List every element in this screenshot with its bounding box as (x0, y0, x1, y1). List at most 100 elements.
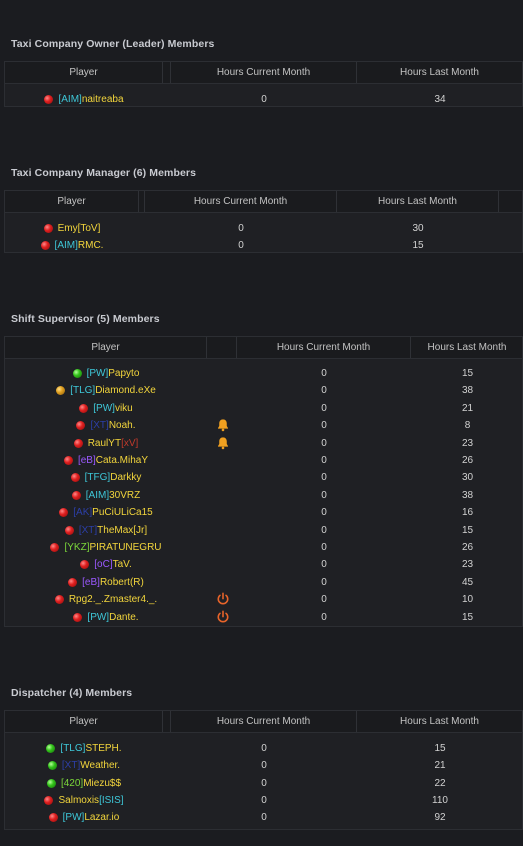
table-row[interactable]: [PW] Lazar.io 0 92 (5, 809, 522, 826)
player-name[interactable]: PuCiULiCa15 (92, 504, 153, 521)
column-header-player[interactable]: Player (5, 62, 163, 83)
player-cell[interactable]: [AK] PuCiULiCa15 (5, 504, 207, 521)
player-name[interactable]: PIRATUNEGRU (89, 539, 161, 556)
player-cell[interactable]: [420] Miezu$$ (5, 775, 163, 792)
player-cell[interactable]: [TLG] Diamond.eXe (5, 382, 207, 399)
player-cell[interactable]: [PW] Dante. (5, 609, 207, 626)
table-row[interactable]: Rpg2._.Zmaster4._. 0 10 (5, 591, 522, 608)
table-row[interactable]: Emy[ToV] 0 30 (5, 220, 522, 237)
table-row[interactable]: [TFG] Darkky 0 30 (5, 469, 522, 486)
player-cell[interactable]: [XT] Noah. (5, 417, 207, 434)
table-row[interactable]: [PW] Dante. 0 15 (5, 609, 522, 626)
player-cell[interactable]: [PW] viku (5, 400, 207, 417)
player-name[interactable]: Rpg2._.Zmaster4._. (69, 591, 157, 608)
player-cell[interactable]: [TFG] Darkky (5, 469, 207, 486)
player-name[interactable]: TheMax[Jr] (97, 522, 147, 539)
player-cell[interactable]: [eB] Robert(R) (5, 574, 207, 591)
player-cell[interactable]: [AIM] naitreaba (5, 91, 163, 108)
player-cell[interactable]: RaulYT [xV] (5, 435, 207, 452)
table-row[interactable]: [XT] Noah. 0 8 (5, 417, 522, 434)
bell-icon (216, 418, 230, 432)
hours-current-cell: 0 (321, 611, 327, 623)
hours-last-cell: 38 (461, 385, 474, 397)
hours-current-cell: 0 (321, 507, 327, 519)
section-title: Dispatcher (4) Members (11, 687, 133, 699)
table-row[interactable]: Salmoxis [ISIS] 0 110 (5, 792, 522, 809)
player-name[interactable]: RaulYT (88, 435, 121, 452)
column-header-hours-last[interactable]: Hours Last Month (337, 191, 499, 212)
table-row[interactable]: [AK] PuCiULiCa15 0 16 (5, 504, 522, 521)
player-name[interactable]: Diamond.eXe (95, 382, 156, 399)
player-cell[interactable]: [PW] Lazar.io (5, 809, 163, 826)
column-header-player[interactable]: Player (5, 711, 163, 732)
clan-tag: [AIM] (54, 240, 78, 252)
player-cell[interactable]: [XT] Weather. (5, 757, 163, 774)
player-name[interactable]: Papyto (108, 365, 139, 382)
column-header-hours-current[interactable]: Hours Current Month (237, 337, 411, 358)
status-red-icon (50, 543, 60, 552)
table-row[interactable]: [oC] TaV. 0 23 (5, 556, 522, 573)
player-name[interactable]: Miezu$$ (83, 775, 121, 792)
table-row[interactable]: [AIM] 30VRZ 0 38 (5, 487, 522, 504)
player-name[interactable]: STEPH. (85, 740, 121, 757)
power-icon (216, 610, 230, 624)
player-name[interactable]: Cata.MihaY (96, 452, 148, 469)
table-row[interactable]: [PW] viku 0 21 (5, 400, 522, 417)
column-header-spacer (165, 62, 171, 83)
player-name[interactable]: Darkky (110, 469, 141, 486)
player-cell[interactable]: [eB] Cata.MihaY (5, 452, 207, 469)
hours-last-cell: 10 (461, 594, 474, 606)
player-name[interactable]: Robert(R) (100, 574, 144, 591)
status-red-icon (73, 612, 83, 622)
player-cell[interactable]: [YKZ] PIRATUNEGRU (5, 539, 207, 556)
player-cell[interactable]: [AIM] 30VRZ (5, 487, 207, 504)
player-cell[interactable]: Rpg2._.Zmaster4._. (5, 591, 207, 608)
player-cell[interactable]: Salmoxis [ISIS] (5, 792, 163, 809)
player-cell[interactable]: [XT] TheMax[Jr] (5, 522, 207, 539)
column-header-hours-current[interactable]: Hours Current Month (171, 62, 357, 83)
player-name[interactable]: Salmoxis (58, 792, 99, 809)
hours-last-cell: 15 (412, 240, 424, 252)
table-row[interactable]: [eB] Robert(R) 0 45 (5, 574, 522, 591)
column-header-player[interactable]: Player (5, 191, 139, 212)
column-header-hours-last[interactable]: Hours Last Month (357, 62, 523, 83)
status-green-icon (72, 369, 82, 378)
player-cell[interactable]: [oC] TaV. (5, 556, 207, 573)
player-cell[interactable]: Emy[ToV] (5, 220, 139, 237)
table-row[interactable]: [PW] Papyto 0 15 (5, 365, 522, 382)
column-header-hours-last[interactable]: Hours Last Month (357, 711, 523, 732)
table-row[interactable]: [TLG] Diamond.eXe 0 38 (5, 382, 522, 399)
clan-tag: [TFG] (84, 472, 111, 484)
column-header-hours-current[interactable]: Hours Current Month (145, 191, 337, 212)
table-row[interactable]: [TLG] STEPH. 0 15 (5, 740, 522, 757)
player-name[interactable]: Weather. (80, 757, 120, 774)
table-header: Player Hours Current Month Hours Last Mont… (5, 191, 522, 213)
table-row[interactable]: [eB] Cata.MihaY 0 26 (5, 452, 522, 469)
player-cell[interactable]: [TLG] STEPH. (5, 740, 163, 757)
column-header-player[interactable]: Player (5, 337, 207, 358)
hours-current-cell: 0 (321, 472, 327, 484)
player-name[interactable]: Lazar.io (84, 809, 119, 826)
player-cell[interactable]: [AIM] RMC. (5, 237, 139, 254)
clan-tag: [XT] (90, 420, 109, 432)
table-row[interactable]: [420] Miezu$$ 0 22 (5, 775, 522, 792)
player-name[interactable]: Noah. (109, 417, 136, 434)
table-row[interactable]: [XT] Weather. 0 21 (5, 757, 522, 774)
player-name[interactable]: Emy[ToV] (58, 220, 101, 237)
player-name[interactable]: RMC. (78, 237, 104, 254)
table-row[interactable]: [AIM] RMC. 0 15 (5, 237, 522, 254)
player-name[interactable]: 30VRZ (109, 487, 140, 504)
status-red-icon (71, 490, 81, 500)
player-name[interactable]: viku (115, 400, 133, 417)
player-name[interactable]: Dante. (109, 609, 138, 626)
column-header-hours-last[interactable]: Hours Last Month (411, 337, 523, 358)
player-cell[interactable]: [PW] Papyto (5, 365, 207, 382)
members-table: Player Hours Current Month Hours Last Mont… (4, 710, 523, 830)
player-name[interactable]: TaV. (113, 556, 132, 573)
table-row[interactable]: [YKZ] PIRATUNEGRU 0 26 (5, 539, 522, 556)
table-row[interactable]: RaulYT [xV] 0 23 (5, 435, 522, 452)
table-row[interactable]: [XT] TheMax[Jr] 0 15 (5, 522, 522, 539)
column-header-hours-current[interactable]: Hours Current Month (171, 711, 357, 732)
table-row[interactable]: [AIM] naitreaba 0 34 (5, 91, 522, 108)
player-name[interactable]: naitreaba (82, 91, 124, 108)
